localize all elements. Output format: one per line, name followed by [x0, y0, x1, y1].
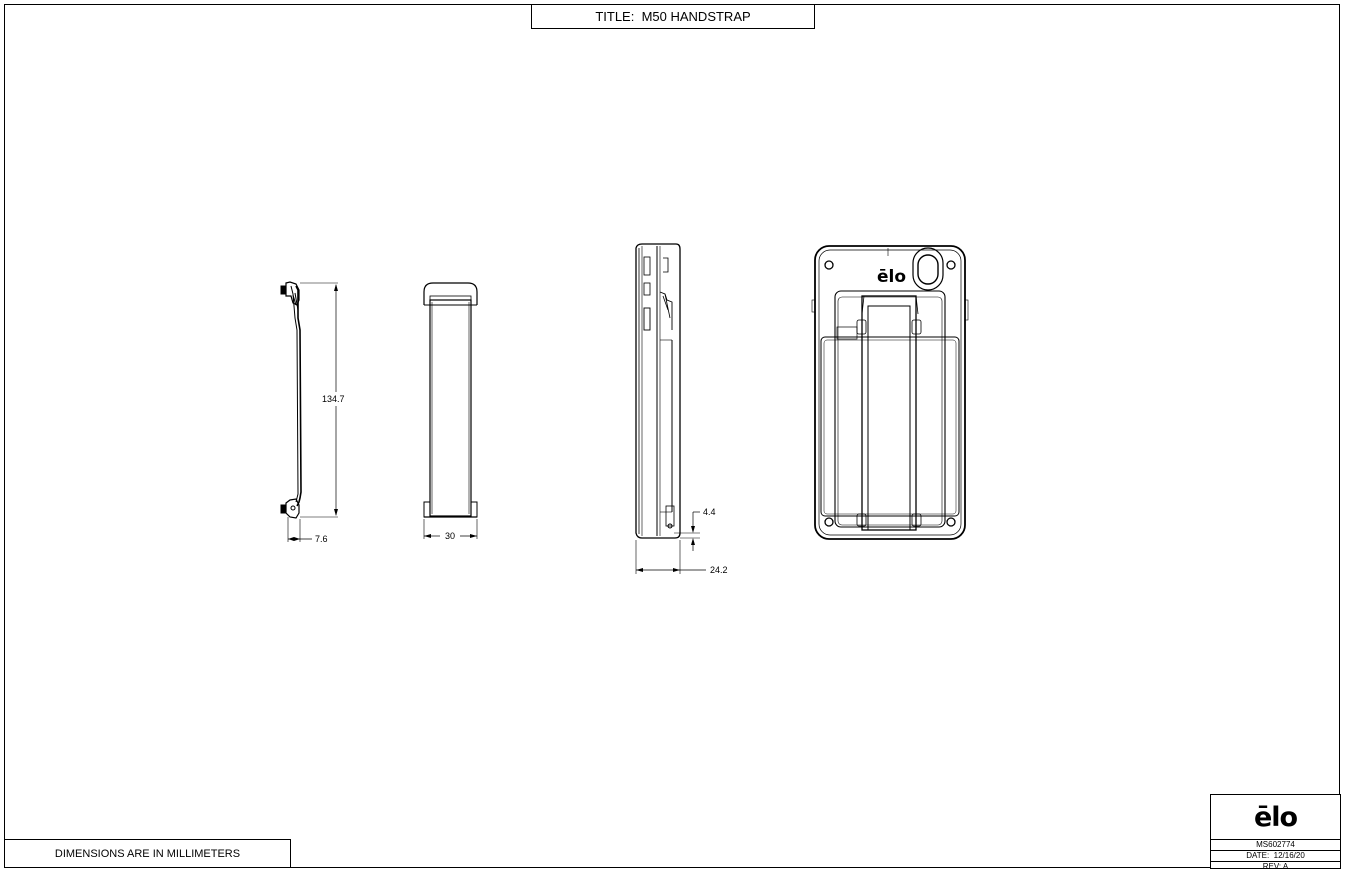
device-side-view: [635, 243, 706, 574]
date-value: 12/16/20: [1273, 851, 1305, 860]
strap-front-view: [423, 282, 478, 539]
elo-logo-device: ēlo: [877, 267, 906, 287]
strap-side-view: [280, 281, 338, 542]
title-block: ēlo MS602774 DATE: 12/16/20 REV: A: [1210, 794, 1341, 872]
dim-strap-width: 30: [445, 531, 455, 541]
dim-strap-depth: 7.6: [315, 534, 328, 544]
units-note: DIMENSIONS ARE IN MILLIMETERS: [4, 839, 291, 868]
rev-value: A: [1282, 862, 1289, 871]
elo-logo-text: ēlo: [1253, 801, 1298, 833]
device-back-view: [811, 245, 969, 540]
dim-device-offset: 4.4: [703, 507, 716, 517]
rev-label: REV:: [1262, 862, 1282, 871]
date-row: DATE: 12/16/20: [1211, 850, 1340, 861]
dim-strap-height: 134.7: [322, 394, 345, 404]
elo-logo: ēlo: [1211, 795, 1340, 839]
part-number: MS602774: [1211, 839, 1340, 850]
dim-device-depth: 24.2: [710, 565, 728, 575]
rev-row: REV: A: [1211, 861, 1340, 872]
date-label: DATE:: [1246, 851, 1270, 860]
technical-drawing: 134.7 7.6 30 4.4 24.2 ēlo: [280, 243, 969, 575]
